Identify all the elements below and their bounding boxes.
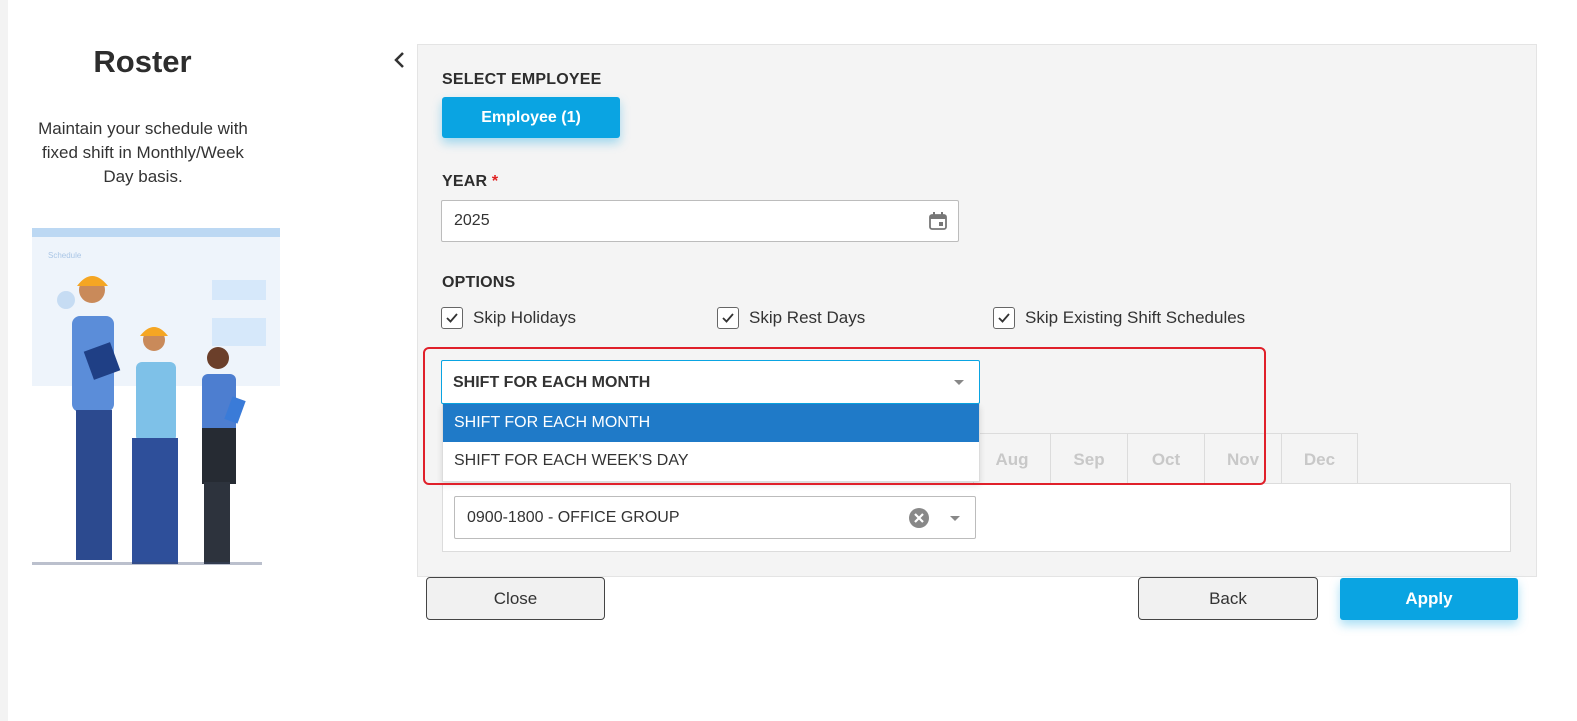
shift-mode-value: SHIFT FOR EACH MONTH <box>453 374 651 391</box>
chevron-down-icon[interactable] <box>954 380 964 385</box>
clear-icon[interactable] <box>908 507 930 529</box>
roster-illustration: Schedule <box>32 228 280 565</box>
chevron-down-icon[interactable] <box>950 516 960 521</box>
skip-existing-shift-schedules-label: Skip Existing Shift Schedules <box>1025 308 1246 327</box>
page-description: Maintain your schedule with fixed shift … <box>38 119 248 186</box>
shift-value: 0900-1800 - OFFICE GROUP <box>467 509 680 526</box>
left-edge-bar <box>0 0 8 721</box>
shift-select[interactable]: 0900-1800 - OFFICE GROUP <box>454 496 976 539</box>
check-icon <box>998 313 1010 323</box>
shift-mode-options: SHIFT FOR EACH MONTH SHIFT FOR EACH WEEK… <box>442 404 980 482</box>
month-tabs: Aug Sep Oct Nov Dec <box>973 433 1358 485</box>
page-title: Roster <box>93 44 192 79</box>
year-field[interactable]: 2025 <box>441 200 959 242</box>
calendar-icon[interactable] <box>928 211 948 231</box>
tab-dec[interactable]: Dec <box>1281 433 1358 485</box>
year-label-text: YEAR <box>442 173 488 190</box>
option-shift-each-month[interactable]: SHIFT FOR EACH MONTH <box>443 404 979 442</box>
check-icon <box>722 313 734 323</box>
illustration-caption: Schedule <box>48 251 82 260</box>
apply-button[interactable]: Apply <box>1340 578 1518 620</box>
shift-mode-select[interactable]: SHIFT FOR EACH MONTH <box>441 360 980 404</box>
employee-button[interactable]: Employee (1) <box>442 97 620 138</box>
tab-sep[interactable]: Sep <box>1050 433 1127 485</box>
option-shift-each-weeks-day[interactable]: SHIFT FOR EACH WEEK'S DAY <box>443 442 979 480</box>
tab-oct[interactable]: Oct <box>1127 433 1204 485</box>
skip-holidays-checkbox[interactable]: Skip Holidays <box>441 307 576 329</box>
options-label: OPTIONS <box>442 274 516 291</box>
check-icon <box>446 313 458 323</box>
checkbox-box[interactable] <box>993 307 1015 329</box>
select-employee-label: SELECT EMPLOYEE <box>442 71 602 88</box>
tab-aug[interactable]: Aug <box>973 433 1050 485</box>
checkbox-box[interactable] <box>441 307 463 329</box>
skip-rest-days-checkbox[interactable]: Skip Rest Days <box>717 307 865 329</box>
skip-holidays-label: Skip Holidays <box>473 308 576 327</box>
collapse-panel-icon[interactable] <box>391 50 409 70</box>
skip-rest-days-label: Skip Rest Days <box>749 308 866 327</box>
required-mark: * <box>491 173 499 190</box>
tab-nov[interactable]: Nov <box>1204 433 1281 485</box>
year-value: 2025 <box>454 212 490 229</box>
back-button[interactable]: Back <box>1138 577 1318 620</box>
skip-existing-shift-schedules-checkbox[interactable]: Skip Existing Shift Schedules <box>993 307 1245 329</box>
checkbox-box[interactable] <box>717 307 739 329</box>
close-button[interactable]: Close <box>426 577 605 620</box>
year-label: YEAR * <box>442 173 498 191</box>
